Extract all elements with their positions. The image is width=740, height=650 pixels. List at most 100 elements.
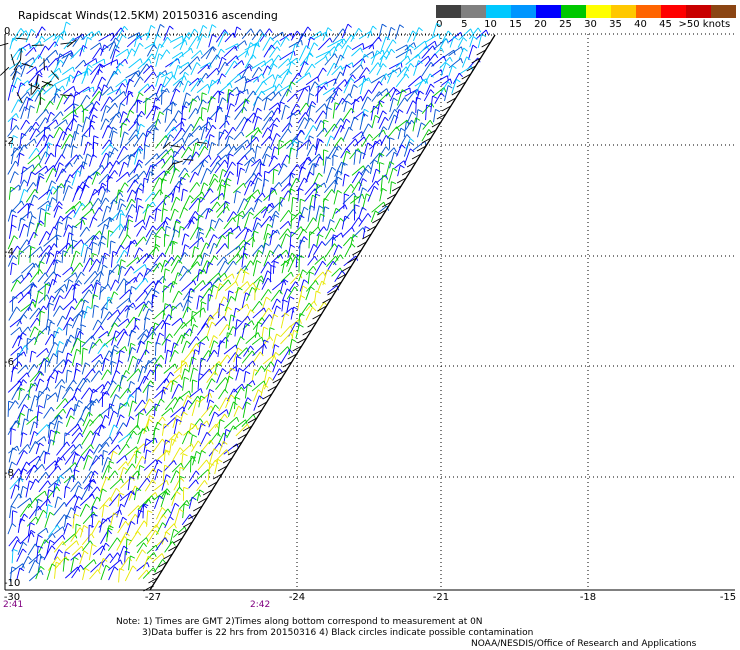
wind-barb-flag <box>23 223 29 228</box>
wind-barb <box>263 369 268 384</box>
wind-barb-flag <box>155 492 158 498</box>
wind-barb-flag <box>174 363 178 369</box>
wind-barb <box>341 62 353 70</box>
wind-barb <box>457 37 464 48</box>
wind-barb <box>197 159 205 175</box>
wind-barb-flag <box>224 272 228 278</box>
wind-barb-flag <box>35 263 39 268</box>
wind-barb <box>111 370 117 383</box>
wind-barb-flag <box>372 51 375 57</box>
wind-barb <box>214 449 228 462</box>
wind-barb-flag <box>276 359 282 364</box>
wind-barb <box>89 217 94 228</box>
wind-barb-flag <box>47 480 51 486</box>
wind-barb <box>35 134 45 148</box>
wind-barb <box>136 99 139 113</box>
wind-barb-flag <box>210 226 215 232</box>
wind-barb <box>209 335 214 348</box>
wind-barb-flag <box>178 383 183 388</box>
wind-barb <box>47 486 58 499</box>
wind-barb-flag <box>143 333 148 338</box>
wind-barb-flag <box>127 48 130 55</box>
wind-barb <box>119 532 127 544</box>
wind-barb <box>106 230 110 248</box>
wind-barb-flag <box>182 145 186 151</box>
wind-barb-flag <box>21 200 25 206</box>
wind-barb <box>288 339 293 356</box>
wind-barb-flag <box>257 96 262 101</box>
wind-barb <box>165 433 176 445</box>
wind-barb <box>101 358 106 371</box>
wind-barb-flag <box>83 243 89 247</box>
wind-barb-flag <box>232 126 237 132</box>
wind-barb <box>146 544 157 554</box>
wind-barb <box>397 89 403 106</box>
wind-barb <box>9 38 14 50</box>
wind-barb-flag <box>251 207 255 213</box>
wind-barb <box>7 401 10 417</box>
wind-barb-flag <box>285 233 291 238</box>
wind-barb-flag <box>120 259 126 263</box>
wind-barb <box>200 168 208 185</box>
wind-barb-flag <box>346 118 351 123</box>
wind-barb-flag <box>276 298 281 303</box>
wind-barb <box>171 51 183 59</box>
wind-barb-flag <box>73 379 77 385</box>
wind-barb-flag <box>236 86 240 92</box>
wind-barb-flag <box>136 450 142 454</box>
wind-barb-flag <box>307 26 312 31</box>
wind-barb <box>278 101 281 114</box>
wind-barb-flag <box>104 252 110 256</box>
lat-label-10: -10 <box>4 578 21 589</box>
wind-barb <box>44 460 56 471</box>
wind-barb-flag <box>186 172 190 178</box>
wind-barb-flag <box>337 190 342 194</box>
wind-barb-flag <box>40 570 44 576</box>
wind-barb-flag <box>289 296 295 300</box>
wind-barb <box>29 326 36 338</box>
wind-barb-flag <box>51 197 57 201</box>
wind-barb-flag <box>125 78 128 84</box>
wind-barb-flag <box>463 47 468 52</box>
wind-barb-flag <box>50 152 55 157</box>
wind-barb-flag <box>124 346 128 352</box>
wind-barb <box>188 151 197 165</box>
wind-barb <box>286 252 293 267</box>
wind-barb <box>144 153 158 166</box>
wind-barb <box>37 45 46 60</box>
wind-barb-flag <box>273 63 278 68</box>
wind-barb <box>18 387 21 401</box>
wind-barb <box>61 21 67 39</box>
wind-barb-flag <box>86 70 89 76</box>
wind-barb-flag <box>327 269 332 274</box>
wind-barb <box>208 442 220 457</box>
wind-barb <box>315 120 322 132</box>
wind-barb-flag <box>368 77 372 83</box>
wind-barb-flag <box>46 58 50 64</box>
wind-barb <box>233 131 242 141</box>
wind-barb <box>12 335 20 349</box>
wind-barb-flag <box>332 154 338 158</box>
wind-barb-flag <box>145 317 151 321</box>
wind-barb <box>107 309 119 321</box>
wind-barb <box>47 465 59 479</box>
wind-barb <box>109 240 112 255</box>
wind-barb-flag <box>195 470 200 475</box>
wind-barb <box>26 408 30 421</box>
wind-barb-flag <box>351 227 355 232</box>
wind-barb-flag <box>275 351 280 356</box>
wind-barb-flag <box>49 539 55 544</box>
wind-barb <box>181 146 189 159</box>
wind-barb <box>81 201 91 211</box>
wind-barb-flag <box>166 338 172 342</box>
wind-barb-flag <box>121 82 126 88</box>
wind-barb-flag <box>106 391 110 396</box>
wind-barb <box>307 271 310 285</box>
wind-barb-flag <box>162 158 166 164</box>
wind-barb <box>10 326 21 336</box>
wind-barb-flag <box>127 171 130 177</box>
wind-barb-flag <box>226 409 229 415</box>
wind-barb-flag <box>228 135 234 140</box>
wind-barb-flag <box>86 226 90 232</box>
wind-barb-flag <box>222 368 227 373</box>
